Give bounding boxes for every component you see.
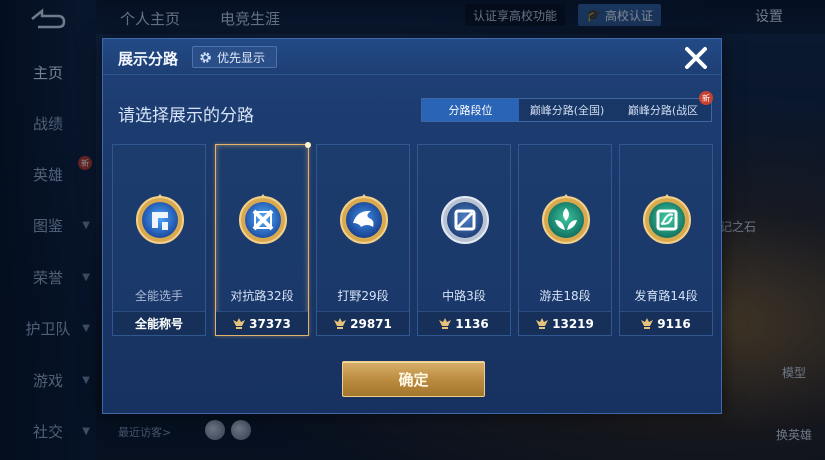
lane-cards: 全能选手 全能称号 对抗路32段 37373 打野29段 29871 中路3段 …	[112, 142, 713, 336]
lane-tabs: 分路段位 巅峰分路(全国) 巅峰分路(战区新	[421, 91, 713, 122]
lane-card-clash[interactable]: 对抗路32段 37373	[215, 142, 311, 336]
gear-icon	[200, 51, 211, 63]
confirm-button[interactable]: 确定	[342, 361, 485, 397]
close-icon	[685, 47, 707, 69]
combat-power-icon	[233, 318, 246, 329]
dialog-title: 展示分路	[118, 50, 179, 68]
dialog-header: 展示分路 优先显示	[103, 39, 721, 75]
tab-peak-national[interactable]: 巅峰分路(全国)	[519, 99, 615, 121]
lane-card-footer-text: 29871	[350, 316, 392, 331]
lane-card-footer-text: 1136	[455, 316, 489, 331]
lane-card-footer: 13219	[519, 311, 611, 335]
tab-label: 巅峰分路(全国)	[529, 104, 605, 117]
lane-card-footer: 全能称号	[113, 311, 205, 335]
lane-card-name: 打野29段	[337, 289, 389, 303]
lane-card-footer: 37373	[216, 311, 308, 335]
lane-card-jungle[interactable]: 打野29段 29871	[316, 144, 410, 336]
close-button[interactable]	[681, 43, 711, 73]
dialog-subtitle: 请选择展示的分路	[118, 106, 254, 126]
lane-card-footer: 29871	[317, 311, 409, 335]
combat-power-icon	[334, 318, 347, 329]
lane-card-roam[interactable]: 游走18段 13219	[518, 144, 612, 336]
lane-card-name: 发育路14段	[634, 289, 698, 303]
all-round-emblem-icon	[136, 194, 184, 244]
new-badge: 新	[699, 91, 713, 105]
jungle-emblem-icon	[340, 194, 388, 244]
tab-label: 分路段位	[448, 104, 493, 117]
combat-power-icon	[536, 318, 549, 329]
lane-card-farm[interactable]: 发育路14段 9116	[619, 144, 713, 336]
lane-card-name: 全能选手	[134, 289, 183, 303]
tab-label: 巅峰分路(战区	[627, 104, 699, 117]
combat-power-icon	[641, 318, 654, 329]
confirm-label: 确定	[398, 370, 429, 389]
farm-lane-emblem-icon	[643, 194, 691, 244]
combat-power-icon	[439, 318, 452, 329]
tab-peak-region[interactable]: 巅峰分路(战区新	[615, 91, 713, 121]
lane-card-footer-text: 全能称号	[134, 317, 183, 331]
lane-card-footer: 9116	[620, 311, 712, 335]
priority-display-label: 优先显示	[217, 50, 266, 65]
tab-lane-rank[interactable]: 分路段位	[422, 99, 519, 121]
lane-card-footer-text: 37373	[249, 316, 291, 331]
clash-lane-emblem-icon	[239, 194, 287, 244]
roam-emblem-icon	[542, 194, 590, 244]
mid-lane-emblem-icon	[441, 196, 489, 244]
lane-card-footer: 1136	[418, 311, 510, 335]
lane-card-name: 游走18段	[539, 289, 591, 303]
lane-card-footer-text: 13219	[552, 316, 594, 331]
lane-card-name: 中路3段	[442, 289, 486, 303]
lane-card-name: 对抗路32段	[230, 289, 294, 303]
priority-display-button[interactable]: 优先显示	[192, 46, 277, 68]
lane-card-mid[interactable]: 中路3段 1136	[417, 144, 511, 336]
lane-card-all-round[interactable]: 全能选手 全能称号	[112, 144, 206, 336]
lane-card-footer-text: 9116	[657, 316, 691, 331]
selection-corner-icon	[305, 142, 311, 148]
lane-display-dialog: 展示分路 优先显示 请选择展示的分路 分路段位 巅峰分路(全国) 巅峰分路(战区…	[102, 38, 722, 414]
